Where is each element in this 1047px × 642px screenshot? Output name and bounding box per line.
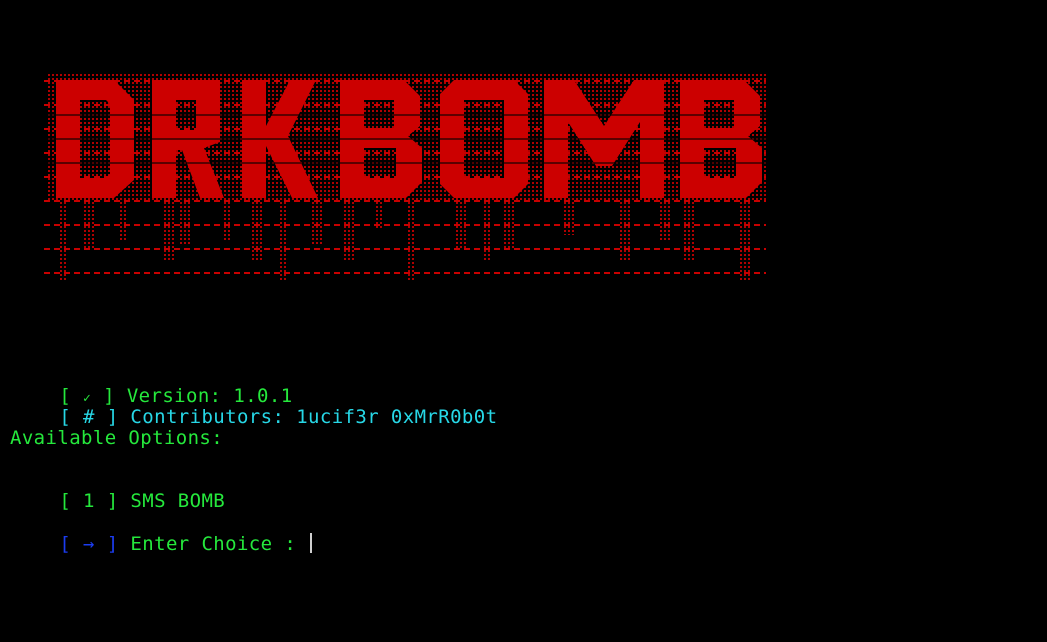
bracket-open: [ [59,490,72,512]
terminal-window: [ ✓ ] Version: 1.0.1 [ # ] Contributors:… [0,0,1047,642]
bracket-close: ] [106,533,119,555]
hash-icon: # [83,406,95,428]
option-number: 1 [83,490,95,512]
bracket-close: ] [106,490,119,512]
contributors-label: Contributors: [130,406,285,428]
contributors-names: 1ucif3r 0xMrR0b0t [296,406,498,428]
arrow-icon: → [83,533,95,555]
text-cursor [310,533,313,553]
options-heading: Available Options: [10,427,224,449]
ascii-banner-logo [44,70,766,284]
bracket-open: [ [59,533,72,555]
choice-prompt[interactable]: [ → ] Enter Choice : [12,512,313,576]
bracket-open: [ [59,406,72,428]
option-label: SMS BOMB [130,490,226,512]
bracket-close: ] [106,406,119,428]
prompt-label: Enter Choice : [130,533,297,555]
